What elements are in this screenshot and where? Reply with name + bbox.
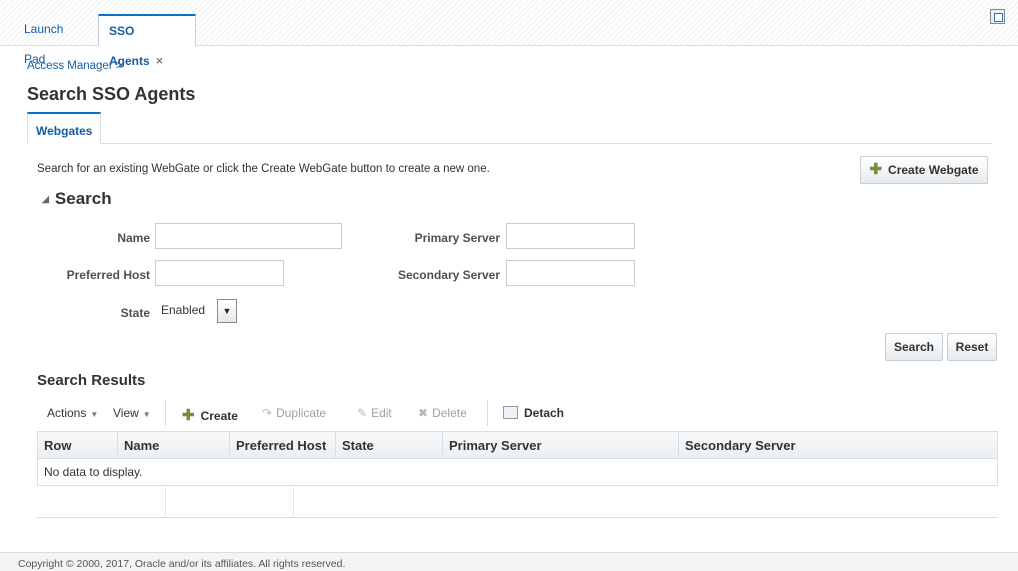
column-header-primary-server[interactable]: Primary Server	[443, 432, 679, 459]
preferred-host-input[interactable]	[155, 260, 284, 286]
toolbar-divider	[487, 400, 488, 426]
results-toolbar: Actions ▼ View ▼ ✚ Create ↷ Duplicate ✎ Edit …	[37, 398, 997, 430]
search-button[interactable]: Search	[885, 333, 943, 361]
view-menu-label: View	[113, 406, 139, 420]
table-header: Row Name Preferred Host State Primary Se…	[38, 432, 997, 459]
duplicate-button-label: Duplicate	[276, 406, 327, 420]
duplicate-icon: ↷	[262, 406, 273, 420]
secondary-server-label: Secondary Server	[397, 268, 500, 282]
detach-icon	[503, 406, 518, 419]
create-webgate-button[interactable]: ✚ Create Webgate	[860, 156, 988, 184]
results-table: Row Name Preferred Host State Primary Se…	[37, 431, 998, 486]
column-header-state[interactable]: State	[336, 432, 443, 459]
secondary-server-input[interactable]	[506, 260, 635, 286]
tab-sso-agents[interactable]: SSO Agents ×	[98, 14, 196, 68]
primary-server-input[interactable]	[506, 223, 635, 249]
primary-server-label: Primary Server	[414, 231, 500, 245]
search-results-title: Search Results	[37, 372, 146, 389]
state-label: State	[120, 306, 150, 320]
filler-divider	[165, 486, 166, 516]
detach-button-label: Detach	[524, 406, 565, 420]
delete-x-icon: ✖	[418, 406, 429, 420]
tab-list-icon[interactable]	[990, 9, 1005, 24]
detach-button[interactable]: Detach	[503, 406, 564, 420]
breadcrumb[interactable]: Access Manager >	[27, 60, 123, 72]
pencil-icon: ✎	[357, 406, 368, 420]
actions-menu[interactable]: Actions ▼	[47, 406, 98, 420]
search-section-header[interactable]: ◢ Search	[42, 189, 112, 209]
column-header-secondary-server[interactable]: Secondary Server	[679, 432, 997, 459]
empty-table-message: No data to display.	[44, 465, 143, 479]
page-title: Search SSO Agents	[27, 84, 196, 104]
dropdown-arrow-icon[interactable]: ▼	[217, 299, 237, 323]
footer-copyright: Copyright © 2000, 2017, Oracle and/or it…	[0, 552, 1018, 571]
search-section-title: Search	[54, 189, 112, 208]
filler-divider	[293, 486, 294, 516]
table-filler-area	[37, 486, 998, 518]
name-input[interactable]	[155, 223, 342, 249]
chevron-down-icon: ▼	[90, 410, 99, 419]
actions-menu-label: Actions	[47, 406, 87, 420]
plus-icon: ✚	[182, 407, 195, 424]
create-button-label: Create	[200, 409, 238, 423]
tab-webgates[interactable]: Webgates	[27, 112, 102, 144]
tab-strip: Launch Pad SSO Agents ×	[0, 0, 1018, 68]
subtab-bar: Webgates	[27, 112, 992, 144]
column-header-name[interactable]: Name	[118, 432, 230, 459]
column-header-preferred-host[interactable]: Preferred Host	[230, 432, 336, 459]
state-select-value: Enabled	[161, 303, 206, 317]
instruction-text: Search for an existing WebGate or click …	[37, 163, 490, 175]
create-button[interactable]: ✚ Create	[182, 406, 238, 424]
collapse-triangle-icon[interactable]: ◢	[42, 194, 49, 205]
edit-button-label: Edit	[371, 406, 392, 420]
delete-button-label: Delete	[432, 406, 467, 420]
plus-icon: ✚	[869, 161, 883, 178]
create-webgate-label: Create Webgate	[888, 163, 979, 177]
reset-button[interactable]: Reset	[947, 333, 997, 361]
name-label: Name	[117, 231, 150, 245]
column-header-row[interactable]: Row	[38, 432, 118, 459]
view-menu[interactable]: View ▼	[113, 406, 151, 420]
duplicate-button[interactable]: ↷ Duplicate	[262, 406, 326, 420]
preferred-host-label: Preferred Host	[66, 268, 150, 282]
close-icon[interactable]: ×	[156, 53, 164, 68]
delete-button[interactable]: ✖ Delete	[418, 406, 467, 420]
tab-launch-pad[interactable]: Launch Pad	[14, 14, 98, 66]
toolbar-divider	[165, 400, 166, 426]
chevron-down-icon: ▼	[142, 410, 151, 419]
edit-button[interactable]: ✎ Edit	[357, 406, 392, 420]
state-select[interactable]: Enabled ▼	[155, 298, 242, 324]
